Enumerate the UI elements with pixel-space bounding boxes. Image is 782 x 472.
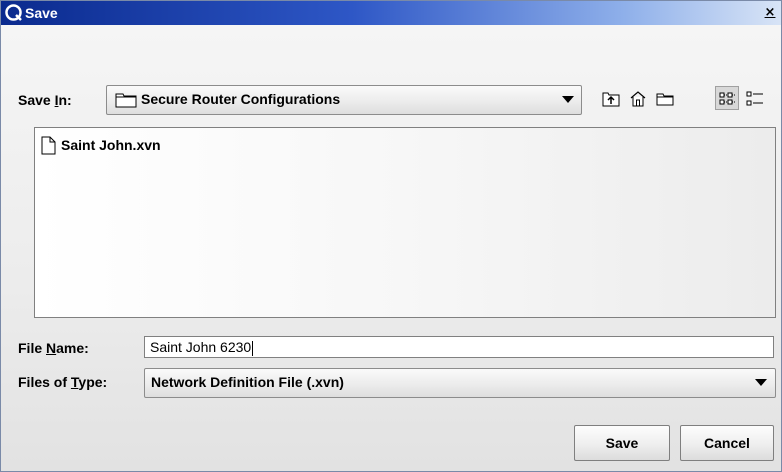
details-view-button[interactable] xyxy=(742,86,766,110)
file-name: Saint John.xvn xyxy=(61,137,161,153)
file-name-value: Saint John 6230 xyxy=(150,339,252,355)
save-in-value: Secure Router Configurations xyxy=(141,91,341,107)
save-dialog: Save Save In: Secure Router Configuratio… xyxy=(0,0,782,472)
text-caret xyxy=(252,340,254,356)
app-logo-icon xyxy=(5,4,22,21)
details-view-icon xyxy=(746,91,763,106)
home-button[interactable] xyxy=(625,86,649,110)
save-in-label: Save In: xyxy=(18,92,72,108)
chevron-down-icon[interactable] xyxy=(562,96,574,103)
files-of-type-dropdown[interactable]: Network Definition File (.xvn) xyxy=(144,368,776,398)
up-one-level-icon xyxy=(602,92,620,107)
file-list[interactable]: Saint John.xvn xyxy=(34,127,776,318)
window-title: Save xyxy=(25,5,58,21)
save-in-dropdown[interactable]: Secure Router Configurations xyxy=(106,85,582,115)
files-of-type-label: Files of Type: xyxy=(18,374,108,390)
list-view-icon xyxy=(719,92,735,105)
chevron-down-icon[interactable] xyxy=(755,379,767,386)
close-icon[interactable] xyxy=(763,5,777,20)
save-button[interactable]: Save xyxy=(574,425,670,461)
file-name-label: File Name: xyxy=(18,340,89,356)
cancel-button[interactable]: Cancel xyxy=(680,425,774,461)
new-folder-button[interactable] xyxy=(652,86,676,110)
file-icon xyxy=(41,136,56,155)
up-one-level-button[interactable] xyxy=(598,86,622,110)
files-of-type-value: Network Definition File (.xvn) xyxy=(151,374,344,390)
file-name-input[interactable]: Saint John 6230 xyxy=(144,336,774,358)
list-item[interactable]: Saint John.xvn xyxy=(41,136,161,156)
new-folder-icon xyxy=(656,93,674,106)
title-bar[interactable]: Save xyxy=(1,1,781,25)
home-icon xyxy=(630,91,646,107)
folder-icon xyxy=(115,93,137,108)
list-view-button[interactable] xyxy=(715,86,739,110)
